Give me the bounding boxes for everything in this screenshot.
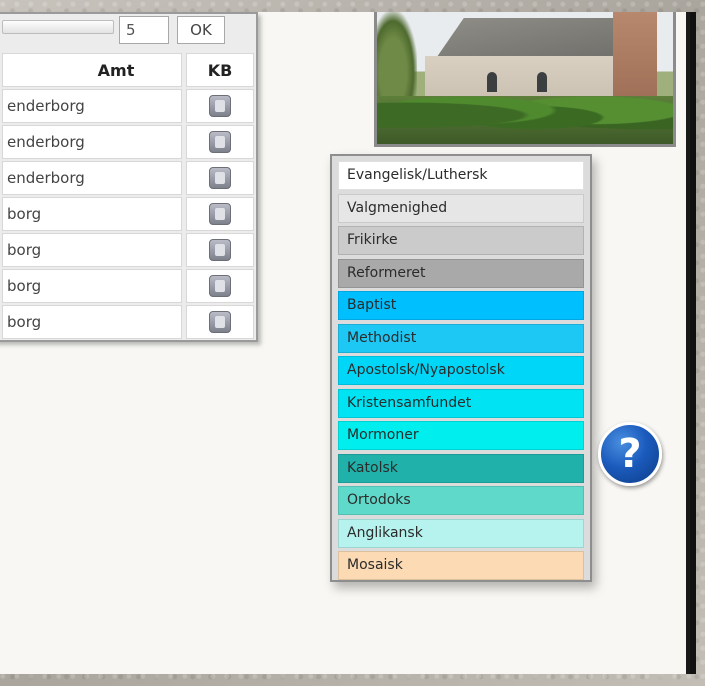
photo-shrubs [377, 96, 673, 144]
help-icon[interactable]: ? [598, 422, 662, 486]
parish-table: Amt KB enderborg enderborg enderborg borg bo… [0, 52, 256, 340]
legend-item[interactable]: Valgmenighed [338, 193, 584, 223]
legend-item[interactable]: Katolsk [338, 453, 584, 483]
table-header-row: Amt KB [0, 52, 256, 88]
column-header-amt[interactable]: Amt [2, 53, 182, 87]
amt-cell: enderborg [2, 125, 182, 159]
legend-item[interactable]: Apostolsk/Nyapostolsk [338, 356, 584, 385]
book-icon[interactable] [209, 95, 231, 117]
legend-item[interactable]: Anglikansk [338, 518, 584, 548]
photo-window [487, 72, 497, 92]
kb-cell [186, 89, 254, 123]
legend-item[interactable]: Mosaisk [338, 551, 584, 580]
pager-slider[interactable] [2, 20, 114, 34]
book-icon[interactable] [209, 275, 231, 297]
table-row: borg [0, 196, 256, 232]
page-number-input[interactable]: 5 [119, 16, 169, 44]
content-area: 5 OK Amt KB enderborg enderborg enderborg b… [0, 12, 690, 674]
legend-item[interactable]: Reformeret [338, 258, 584, 288]
book-icon[interactable] [209, 167, 231, 189]
legend-item[interactable]: Frikirke [338, 226, 584, 255]
ok-button[interactable]: OK [177, 16, 225, 44]
church-photo [374, 12, 676, 147]
kb-cell [186, 269, 254, 303]
amt-cell: enderborg [2, 161, 182, 195]
legend-item[interactable]: Methodist [338, 323, 584, 353]
kb-cell [186, 125, 254, 159]
table-row: borg [0, 268, 256, 304]
window-edge [690, 12, 696, 674]
photo-window [537, 72, 547, 92]
book-icon[interactable] [209, 311, 231, 333]
book-icon[interactable] [209, 239, 231, 261]
table-row: enderborg [0, 160, 256, 196]
amt-cell: borg [2, 305, 182, 339]
book-icon[interactable] [209, 203, 231, 225]
table-row: borg [0, 304, 256, 340]
kb-cell [186, 197, 254, 231]
legend-item[interactable]: Ortodoks [338, 486, 584, 515]
legend-item[interactable]: Baptist [338, 291, 584, 320]
legend-item[interactable]: Evangelisk/Luthersk [338, 161, 584, 190]
denomination-legend: Evangelisk/Luthersk Valgmenighed Frikirke R… [330, 154, 592, 582]
table-row: enderborg [0, 124, 256, 160]
kb-cell [186, 161, 254, 195]
amt-cell: enderborg [2, 89, 182, 123]
amt-cell: borg [2, 197, 182, 231]
table-row: enderborg [0, 88, 256, 124]
pager: 5 OK [0, 16, 256, 50]
kb-cell [186, 233, 254, 267]
legend-item[interactable]: Kristensamfundet [338, 388, 584, 418]
kb-cell [186, 305, 254, 339]
legend-item[interactable]: Mormoner [338, 421, 584, 450]
amt-cell: borg [2, 269, 182, 303]
column-header-kb[interactable]: KB [186, 53, 254, 87]
table-row: borg [0, 232, 256, 268]
amt-cell: borg [2, 233, 182, 267]
book-icon[interactable] [209, 131, 231, 153]
parish-table-panel: 5 OK Amt KB enderborg enderborg enderborg b… [0, 12, 258, 342]
